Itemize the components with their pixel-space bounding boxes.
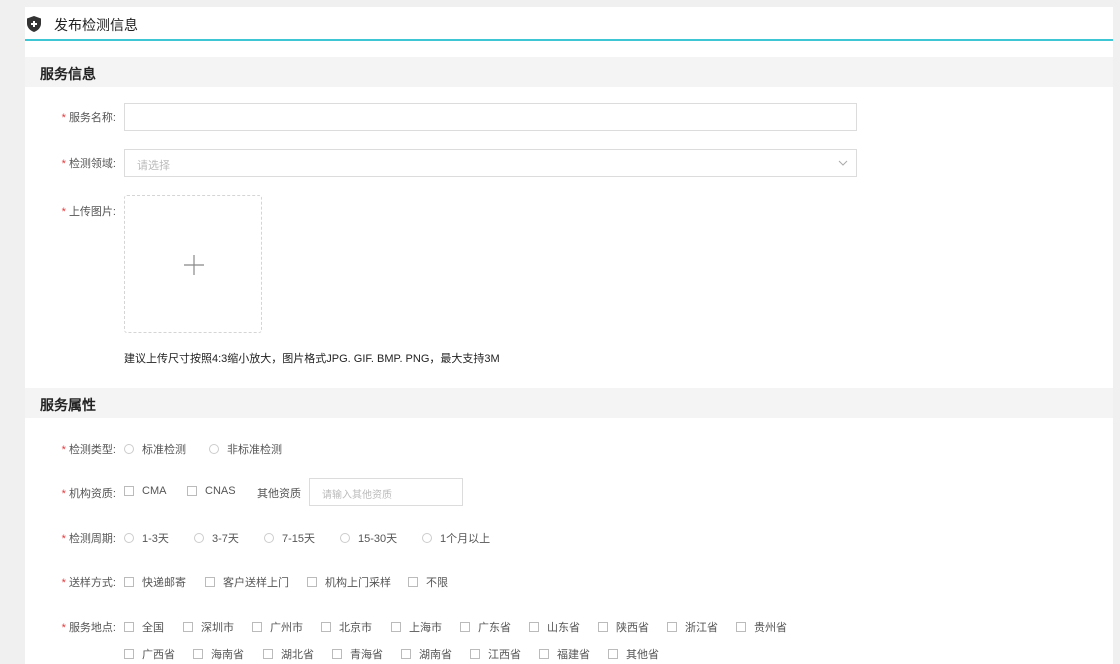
service-name-input[interactable] [124, 103, 857, 131]
checkbox[interactable] [124, 486, 134, 496]
checkbox[interactable] [667, 622, 677, 632]
checkbox[interactable] [460, 622, 470, 632]
section-title: 服务信息 [40, 66, 96, 82]
checkbox[interactable] [391, 622, 401, 632]
checkbox-location[interactable]: 全国 [124, 619, 164, 635]
checkbox[interactable] [332, 649, 342, 659]
radio-button[interactable] [194, 533, 204, 543]
location-label: * 服务地点: [61, 622, 116, 634]
checkbox[interactable] [193, 649, 203, 659]
page-header: 发布检测信息 [25, 7, 1113, 41]
checkbox-location[interactable]: 江西省 [470, 646, 521, 662]
radio-cycle-2[interactable]: 3-7天 [194, 530, 239, 546]
field-label: * 检测领域: [61, 158, 116, 170]
checkbox[interactable] [124, 649, 134, 659]
checkbox-location[interactable]: 湖南省 [401, 646, 452, 662]
checkbox-location[interactable]: 广东省 [460, 619, 511, 635]
radio-standard[interactable]: 标准检测 [124, 441, 186, 457]
image-upload[interactable] [124, 195, 262, 333]
checkbox[interactable] [124, 622, 134, 632]
radio-button[interactable] [124, 444, 134, 454]
checkbox[interactable] [263, 649, 273, 659]
checkbox[interactable] [598, 622, 608, 632]
checkbox-location[interactable]: 广西省 [124, 646, 175, 662]
checkbox[interactable] [608, 649, 618, 659]
checkbox[interactable] [470, 649, 480, 659]
checkbox[interactable] [321, 622, 331, 632]
checkbox-location[interactable]: 陕西省 [598, 619, 649, 635]
radio-nonstandard[interactable]: 非标准检测 [209, 441, 282, 457]
radio-button[interactable] [124, 533, 134, 543]
checkbox-location[interactable]: 深圳市 [183, 619, 234, 635]
shield-icon [27, 16, 41, 32]
radio-cycle-5[interactable]: 1个月以上 [422, 530, 490, 546]
checkbox[interactable] [124, 577, 134, 587]
checkbox-location[interactable]: 福建省 [539, 646, 590, 662]
checkbox[interactable] [183, 622, 193, 632]
checkbox-location[interactable]: 青海省 [332, 646, 383, 662]
checkbox[interactable] [401, 649, 411, 659]
detect-type-label: * 检测类型: [61, 444, 116, 456]
page-title: 发布检测信息 [54, 17, 138, 33]
checkbox-cnas[interactable]: CNAS [187, 485, 236, 497]
checkbox[interactable] [252, 622, 262, 632]
checkbox[interactable] [205, 577, 215, 587]
cycle-label: * 检测周期: [61, 533, 116, 545]
checkbox[interactable] [408, 577, 418, 587]
checkbox-delivery-2[interactable]: 客户送样上门 [205, 574, 289, 590]
checkbox[interactable] [307, 577, 317, 587]
upload-hint: 建议上传尺寸按照4:3缩小放大，图片格式JPG. GIF. BMP. PNG，最… [124, 353, 500, 365]
section-service-attrs: 服务属性 [25, 388, 1113, 418]
delivery-label: * 送样方式: [61, 577, 116, 589]
checkbox[interactable] [187, 486, 197, 496]
radio-button[interactable] [209, 444, 219, 454]
section-service-info: 服务信息 [25, 57, 1113, 87]
checkbox-location[interactable]: 广州市 [252, 619, 303, 635]
checkbox-delivery-4[interactable]: 不限 [408, 574, 448, 590]
radio-cycle-4[interactable]: 15-30天 [340, 530, 397, 546]
checkbox-location[interactable]: 浙江省 [667, 619, 718, 635]
field-select[interactable]: 请选择 [124, 149, 857, 177]
plus-icon [184, 255, 204, 275]
field-select-placeholder: 请选择 [137, 160, 170, 172]
checkbox[interactable] [539, 649, 549, 659]
checkbox-delivery-1[interactable]: 快递邮寄 [124, 574, 186, 590]
checkbox-location[interactable]: 北京市 [321, 619, 372, 635]
radio-button[interactable] [264, 533, 274, 543]
publish-panel: 发布检测信息 服务信息 * 服务名称: * 检测领域: 请选择 * 上传图片: 建议上… [25, 7, 1113, 664]
checkbox[interactable] [529, 622, 539, 632]
radio-button[interactable] [422, 533, 432, 543]
qualification-label: * 机构资质: [61, 488, 116, 500]
radio-button[interactable] [340, 533, 350, 543]
other-qual-input[interactable]: 请输入其他资质 [309, 478, 463, 506]
chevron-down-icon [838, 160, 848, 166]
checkbox-location[interactable]: 上海市 [391, 619, 442, 635]
radio-cycle-1[interactable]: 1-3天 [124, 530, 169, 546]
section-title: 服务属性 [40, 397, 96, 413]
radio-cycle-3[interactable]: 7-15天 [264, 530, 315, 546]
checkbox-location[interactable]: 其他省 [608, 646, 659, 662]
checkbox-cma[interactable]: CMA [124, 485, 166, 497]
checkbox-location[interactable]: 海南省 [193, 646, 244, 662]
checkbox-location[interactable]: 贵州省 [736, 619, 787, 635]
checkbox-location[interactable]: 山东省 [529, 619, 580, 635]
checkbox-location[interactable]: 湖北省 [263, 646, 314, 662]
other-qual-label: 其他资质 [257, 488, 301, 500]
upload-label: * 上传图片: [61, 206, 116, 218]
checkbox-delivery-3[interactable]: 机构上门采样 [307, 574, 391, 590]
service-name-label: * 服务名称: [61, 112, 116, 124]
checkbox[interactable] [736, 622, 746, 632]
